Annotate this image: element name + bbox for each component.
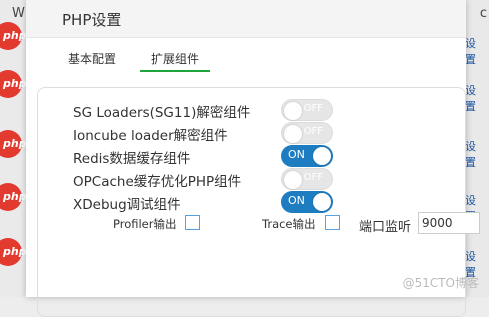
background-left-column: W bbox=[0, 0, 27, 297]
php-logo-icon bbox=[0, 183, 27, 211]
tab-extensions[interactable]: 扩展组件 bbox=[140, 50, 210, 72]
toggle-state: ON bbox=[288, 194, 305, 207]
background-right-column: c 设置 设置 设置 设置 设置 bbox=[465, 0, 489, 297]
trace-output-label: Trace输出 bbox=[262, 217, 316, 231]
toggle-state: OFF bbox=[303, 103, 323, 114]
toggle-knob bbox=[313, 147, 331, 165]
toggle-ioncube[interactable]: OFF bbox=[281, 122, 333, 144]
toggle-knob bbox=[284, 102, 302, 120]
toggle-knob bbox=[313, 193, 331, 211]
profiler-output-checkbox[interactable] bbox=[185, 215, 200, 230]
php-logo-icon bbox=[0, 130, 27, 158]
php-logo-icon bbox=[0, 22, 27, 50]
settings-link[interactable]: 设置 bbox=[465, 138, 485, 170]
php-settings-dialog: PHP设置 基本配置 扩展组件 SG Loaders(SG11)解密组件 OFF… bbox=[26, 0, 480, 317]
php-logo-icon bbox=[0, 70, 27, 98]
profiler-output-label: Profiler输出 bbox=[113, 217, 177, 231]
toggle-opcache[interactable]: OFF bbox=[281, 168, 333, 190]
extension-label-xdebug: XDebug调试组件 bbox=[73, 197, 181, 213]
port-listen-input[interactable] bbox=[418, 212, 480, 234]
port-listen-label: 端口监听 bbox=[359, 220, 412, 235]
toggle-knob bbox=[284, 171, 302, 189]
toggle-state: OFF bbox=[303, 172, 323, 183]
settings-link[interactable]: 设置 bbox=[465, 82, 485, 114]
extension-label-opcache: OPCache缓存优化PHP组件 bbox=[73, 174, 242, 190]
toggle-state: OFF bbox=[303, 126, 323, 137]
dialog-title: PHP设置 bbox=[62, 11, 122, 29]
toggle-knob bbox=[284, 125, 302, 143]
background-partial-text: c bbox=[479, 6, 487, 21]
php-logo-icon bbox=[0, 238, 27, 266]
watermark: @51CTO博客 bbox=[402, 276, 479, 290]
tab-basic-config[interactable]: 基本配置 bbox=[68, 50, 116, 67]
toggle-state: ON bbox=[288, 148, 305, 161]
extension-label-redis: Redis数据缓存组件 bbox=[73, 151, 191, 167]
settings-link[interactable]: 设置 bbox=[465, 35, 485, 67]
background-partial-text: W bbox=[12, 6, 25, 21]
dialog-header: PHP设置 bbox=[26, 0, 466, 38]
extension-label-ioncube: Ioncube loader解密组件 bbox=[73, 128, 228, 144]
extension-label-sg-loaders: SG Loaders(SG11)解密组件 bbox=[73, 105, 251, 121]
toggle-sg-loaders[interactable]: OFF bbox=[281, 99, 333, 121]
trace-output-checkbox[interactable] bbox=[325, 215, 340, 230]
toggle-xdebug[interactable]: ON bbox=[281, 191, 333, 213]
toggle-redis[interactable]: ON bbox=[281, 145, 333, 167]
